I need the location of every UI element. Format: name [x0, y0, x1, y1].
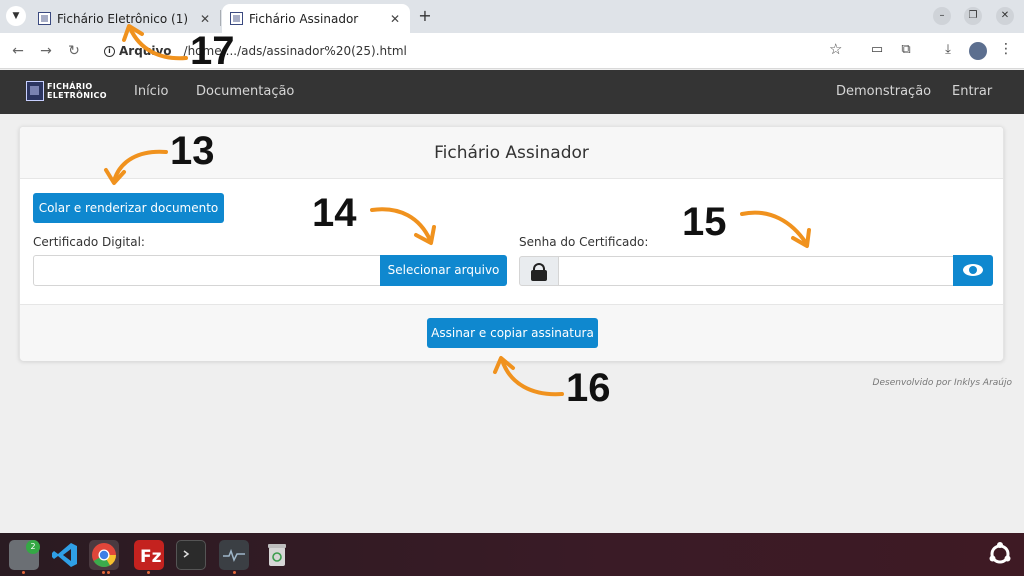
paste-render-document-button[interactable]: Colar e renderizar documento: [33, 193, 224, 223]
show-password-eye-icon[interactable]: [953, 255, 993, 286]
signer-card: Fichário Assinador Colar e renderizar do…: [19, 126, 1004, 361]
terminal-app-icon[interactable]: [176, 540, 206, 570]
certificate-file-field[interactable]: [33, 255, 381, 286]
lock-icon: [519, 256, 559, 286]
close-window-icon[interactable]: ✕: [996, 7, 1014, 25]
scheme-label: Arquivo: [119, 44, 172, 58]
new-tab-plus-icon[interactable]: +: [416, 6, 434, 26]
restore-window-icon[interactable]: ❐: [964, 7, 982, 25]
annotation-number-13: 13: [170, 129, 215, 173]
minimize-window-icon[interactable]: –: [933, 7, 951, 25]
annotation-number-15: 15: [682, 200, 727, 244]
close-tab-icon[interactable]: ✕: [388, 12, 402, 26]
filezilla-app-icon[interactable]: Fz: [134, 540, 164, 570]
os-taskbar: Fz: [0, 533, 1024, 576]
back-arrow-icon[interactable]: ←: [8, 41, 28, 61]
extensions-puzzle-icon[interactable]: ⧉: [898, 42, 914, 58]
annotation-number-14: 14: [312, 191, 357, 235]
password-label: Senha do Certificado:: [519, 235, 649, 249]
forward-arrow-icon[interactable]: →: [36, 41, 56, 61]
info-icon[interactable]: i: [104, 45, 115, 57]
site-favicon-icon: [38, 12, 51, 25]
running-indicator: [22, 571, 25, 574]
system-monitor-app-icon[interactable]: [219, 540, 249, 570]
browser-menu-kebab-icon[interactable]: ⋮: [999, 41, 1013, 57]
browser-tab-strip: ▼ Fichário Eletrônico (1) ✕ Fichário Ass…: [0, 0, 1024, 33]
running-indicator: [233, 571, 236, 574]
running-indicator: [107, 571, 110, 574]
chrome-app-icon[interactable]: [89, 540, 119, 570]
arrow-16: [500, 358, 564, 397]
bookmark-star-icon[interactable]: ☆: [829, 40, 842, 58]
tab-title: Fichário Assinador: [249, 11, 359, 26]
developer-credit: Desenvolvido por Inklys Araújo: [872, 378, 1012, 388]
logo-line2: ELETRÔNICO: [47, 91, 107, 100]
annotation-number-16: 16: [566, 366, 611, 410]
nav-link-inicio[interactable]: Início: [134, 84, 168, 99]
card-footer: Assinar e copiar assinatura: [20, 304, 1003, 361]
logo-line1: FICHÁRIO: [47, 82, 93, 91]
site-navbar: FICHÁRIO ELETRÔNICO Início Documentação …: [0, 70, 1024, 114]
annotation-number-17: 17: [190, 29, 235, 73]
nav-link-entrar[interactable]: Entrar: [952, 84, 992, 99]
running-indicator: [147, 571, 150, 574]
nav-link-documentacao[interactable]: Documentação: [196, 84, 294, 99]
trash-app-icon[interactable]: [262, 540, 292, 570]
reload-icon[interactable]: ↻: [64, 41, 84, 61]
running-indicator: [102, 571, 105, 574]
tab-divider: [220, 10, 221, 26]
sign-copy-signature-button[interactable]: Assinar e copiar assinatura: [427, 318, 598, 348]
site-logo[interactable]: FICHÁRIO ELETRÔNICO: [26, 81, 107, 101]
browser-toolbar: ← → ↻ i Arquivo /home/.../ads/assinador%…: [0, 33, 1024, 69]
site-favicon-icon: [230, 12, 243, 25]
select-file-button[interactable]: Selecionar arquivo: [380, 255, 507, 286]
close-tab-icon[interactable]: ✕: [198, 12, 212, 26]
tab-search-chevron-icon[interactable]: ▼: [6, 6, 26, 26]
download-icon[interactable]: ⤓: [940, 42, 956, 58]
ubuntu-logo-icon[interactable]: [986, 540, 1014, 568]
nav-link-demonstracao[interactable]: Demonstração: [836, 84, 931, 99]
cast-icon[interactable]: ▭: [869, 42, 885, 58]
tab-title: Fichário Eletrônico (1): [57, 11, 189, 26]
files-notification-badge: 2: [26, 540, 40, 554]
vscode-app-icon[interactable]: [50, 540, 80, 570]
browser-tab-assinador[interactable]: Fichário Assinador ✕: [222, 4, 410, 33]
certificate-label: Certificado Digital:: [33, 235, 145, 249]
password-input[interactable]: [558, 256, 954, 286]
card-title: Fichário Assinador: [20, 127, 1003, 179]
profile-avatar[interactable]: [969, 42, 987, 60]
logo-mark-icon: [26, 81, 44, 101]
svg-text:Fz: Fz: [140, 547, 162, 567]
